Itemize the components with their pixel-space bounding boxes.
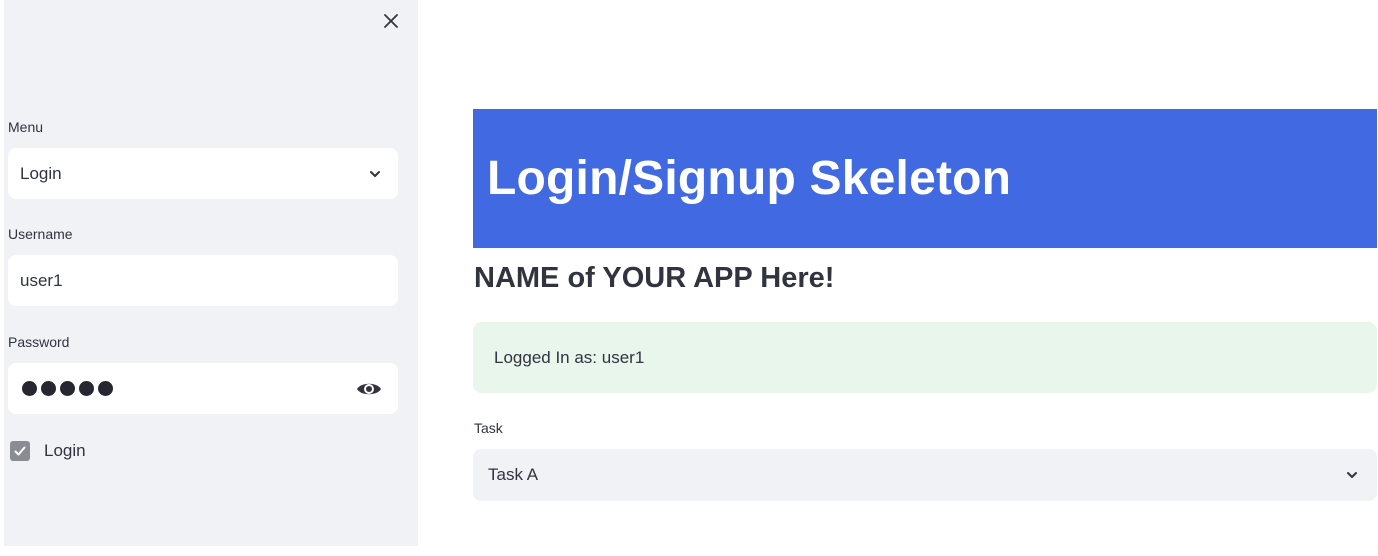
chevron-down-icon bbox=[368, 167, 382, 181]
menu-select[interactable]: Login bbox=[8, 148, 398, 199]
login-checkbox-label: Login bbox=[44, 441, 86, 460]
task-select-value: Task A bbox=[488, 465, 539, 484]
chevron-down-icon bbox=[1345, 468, 1359, 482]
login-checkbox[interactable] bbox=[10, 441, 30, 461]
app-name-heading: NAME of YOUR APP Here! bbox=[474, 262, 835, 294]
task-select[interactable]: Task A bbox=[473, 449, 1377, 501]
header-banner: Login/Signup Skeleton bbox=[473, 109, 1377, 248]
close-sidebar-button[interactable] bbox=[378, 8, 404, 34]
menu-select-value: Login bbox=[20, 163, 62, 183]
success-alert: Logged In as: user1 bbox=[473, 322, 1377, 393]
username-input[interactable]: user1 bbox=[8, 255, 398, 306]
page-title: Login/Signup Skeleton bbox=[487, 152, 1012, 205]
eye-icon bbox=[357, 383, 381, 394]
task-label: Task bbox=[474, 420, 503, 436]
password-mask-dot bbox=[41, 381, 56, 396]
password-label: Password bbox=[8, 334, 70, 350]
app-root: Menu Login Username user1 Password Login… bbox=[0, 0, 1378, 556]
password-mask-dot bbox=[22, 381, 37, 396]
password-mask-dot bbox=[98, 381, 113, 396]
success-alert-text: Logged In as: user1 bbox=[494, 347, 645, 367]
username-label: Username bbox=[8, 226, 73, 242]
close-icon bbox=[384, 14, 398, 28]
username-input-value: user1 bbox=[20, 270, 63, 290]
login-checkbox-row[interactable]: Login bbox=[10, 441, 86, 461]
password-input[interactable] bbox=[8, 363, 398, 414]
password-mask-dot bbox=[60, 381, 75, 396]
password-mask-dot bbox=[79, 381, 94, 396]
password-mask bbox=[20, 381, 113, 396]
toggle-password-visibility-button[interactable] bbox=[356, 380, 382, 398]
menu-label: Menu bbox=[8, 119, 44, 135]
checkmark-icon bbox=[14, 446, 26, 456]
sidebar: Menu Login Username user1 Password Login bbox=[4, 0, 418, 546]
